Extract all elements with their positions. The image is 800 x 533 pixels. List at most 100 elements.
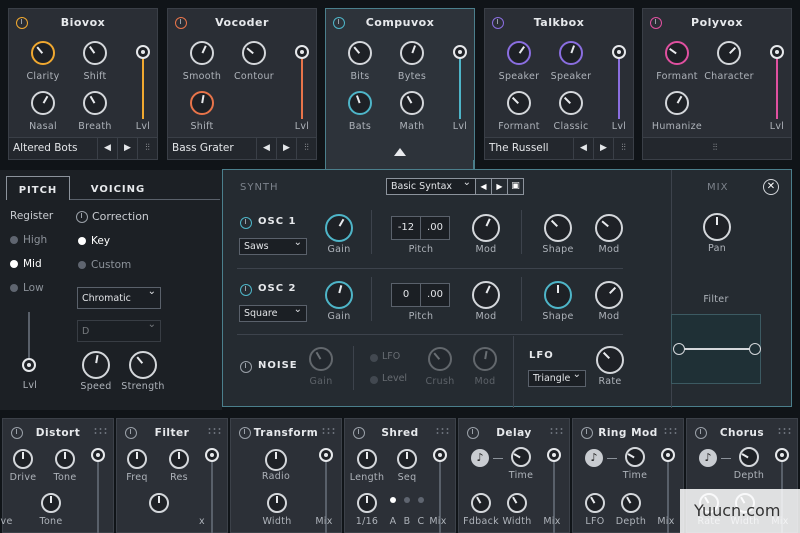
fx-mix-handle[interactable] <box>91 448 105 462</box>
level-handle[interactable] <box>136 45 150 59</box>
drag-handle-icon[interactable] <box>777 427 791 435</box>
mixer-settings-icon[interactable]: ⫶⫶ <box>613 138 633 159</box>
seq-radio[interactable] <box>404 497 410 503</box>
register-low-radio[interactable] <box>10 284 18 292</box>
osc2-shape-knob[interactable] <box>544 281 572 309</box>
bits-knob[interactable] <box>348 41 372 65</box>
drag-handle-icon[interactable] <box>207 427 221 435</box>
breath-knob[interactable] <box>83 91 107 115</box>
synth-next-button[interactable]: ▶ <box>491 178 508 195</box>
module-talkbox[interactable]: Talkbox Speaker Speaker Formant Classic Lvl Th… <box>484 8 634 160</box>
level-slider[interactable] <box>136 45 150 119</box>
fx-mix-slider[interactable] <box>91 448 105 533</box>
knob[interactable] <box>149 493 169 513</box>
drag-handle-icon[interactable] <box>321 427 335 435</box>
shift-knob[interactable] <box>190 91 214 115</box>
level-handle[interactable] <box>612 45 626 59</box>
mixer-settings-icon[interactable]: ⫶⫶ <box>296 138 316 159</box>
custom-radio[interactable] <box>78 261 86 269</box>
module-compuvox[interactable]: Compuvox Bits Bytes Bats Math Lvl <box>325 8 475 171</box>
drag-handle-icon[interactable] <box>549 427 563 435</box>
level-handle[interactable] <box>770 45 784 59</box>
mixer-settings-icon[interactable]: ⫶⫶ <box>137 138 157 159</box>
formant-knob[interactable] <box>507 91 531 115</box>
drag-handle-icon[interactable] <box>663 427 677 435</box>
knob[interactable] <box>127 449 147 469</box>
tab-pitch[interactable]: PITCH <box>6 176 70 200</box>
osc1-wave-dropdown[interactable]: Saws <box>239 237 307 255</box>
knob[interactable] <box>357 449 377 469</box>
osc1-gain-knob[interactable] <box>325 214 353 242</box>
strength-knob[interactable] <box>129 351 157 379</box>
filter-graph[interactable] <box>671 314 761 384</box>
knob[interactable] <box>169 449 189 469</box>
pan-knob[interactable] <box>703 213 731 241</box>
knob[interactable] <box>55 449 75 469</box>
osc1-mod-knob[interactable] <box>472 214 500 242</box>
noise-level-radio[interactable] <box>370 376 378 384</box>
osc2-shape-mod-knob[interactable] <box>595 281 623 309</box>
next-preset-button[interactable]: ▶ <box>593 138 613 159</box>
knob[interactable] <box>621 493 641 513</box>
key-radio[interactable] <box>78 237 86 245</box>
tab-voicing[interactable]: VOICING <box>86 176 150 200</box>
fx-shred[interactable]: Shred Length Seq 1/16 A B C Mix <box>344 418 456 533</box>
osc1-shape-mod-knob[interactable] <box>595 214 623 242</box>
classic-knob[interactable] <box>559 91 583 115</box>
fx-mix-handle[interactable] <box>433 448 447 462</box>
noise-power-icon[interactable] <box>240 361 252 373</box>
preset-name[interactable]: Altered Bots <box>13 142 77 154</box>
clarity-knob[interactable] <box>31 41 55 65</box>
noise-crush-knob[interactable] <box>428 347 452 371</box>
root-dropdown[interactable]: D <box>77 319 161 342</box>
level-handle[interactable] <box>295 45 309 59</box>
preset-name[interactable]: The Russell <box>489 142 549 154</box>
seq-radio[interactable] <box>418 497 424 503</box>
next-preset-button[interactable]: ▶ <box>276 138 296 159</box>
correction-power-icon[interactable] <box>76 211 88 223</box>
synth-save-icon[interactable]: ▣ <box>507 178 524 195</box>
time-knob[interactable] <box>739 447 759 467</box>
seq-radio[interactable] <box>390 497 396 503</box>
lfo-shape-dropdown[interactable]: Triangle <box>528 369 586 387</box>
osc2-mod-knob[interactable] <box>472 281 500 309</box>
knob[interactable] <box>41 493 61 513</box>
filter-high-handle[interactable] <box>749 343 761 355</box>
fx-transform[interactable]: Transform Radio Width Mix <box>230 418 342 533</box>
sync-note-icon[interactable]: ♪ <box>585 449 603 467</box>
synth-preset-dropdown[interactable]: Basic Syntax <box>386 177 476 195</box>
knob[interactable] <box>397 449 417 469</box>
preset-name[interactable]: Bass Grater <box>172 142 234 154</box>
fx-delay[interactable]: Delay ♪ Time Fdback Width Mix <box>458 418 570 533</box>
level-slider[interactable] <box>770 45 784 119</box>
radio-knob[interactable] <box>265 449 287 471</box>
drag-handle-icon[interactable] <box>435 427 449 435</box>
shift-knob[interactable] <box>83 41 107 65</box>
osc2-power-icon[interactable] <box>240 284 252 296</box>
level-handle[interactable] <box>453 45 467 59</box>
lfo-rate-knob[interactable] <box>596 346 624 374</box>
knob[interactable] <box>507 493 527 513</box>
next-preset-button[interactable]: ▶ <box>117 138 137 159</box>
fx-mix-handle[interactable] <box>547 448 561 462</box>
bytes-knob[interactable] <box>400 41 424 65</box>
knob[interactable] <box>13 449 33 469</box>
filter-low-handle[interactable] <box>673 343 685 355</box>
nasal-knob[interactable] <box>31 91 55 115</box>
osc2-gain-knob[interactable] <box>325 281 353 309</box>
noise-gain-knob[interactable] <box>309 347 333 371</box>
module-polyvox[interactable]: Polyvox Formant Character Humanize Lvl ⫶⫶ <box>642 8 792 160</box>
width-knob[interactable] <box>267 493 287 513</box>
synth-prev-button[interactable]: ◀ <box>475 178 492 195</box>
contour-knob[interactable] <box>242 41 266 65</box>
fx-mix-handle[interactable] <box>319 448 333 462</box>
knob[interactable] <box>471 493 491 513</box>
drag-handle-icon[interactable] <box>93 427 107 435</box>
speed-knob[interactable] <box>82 351 110 379</box>
speaker-knob[interactable] <box>559 41 583 65</box>
osc1-semi-field[interactable]: -12 <box>391 216 421 240</box>
bats-knob[interactable] <box>348 91 372 115</box>
sync-note-icon[interactable]: ♪ <box>471 449 489 467</box>
fx-ring-mod[interactable]: Ring Mod ♪ Time LFO Depth Mix <box>572 418 684 533</box>
osc1-power-icon[interactable] <box>240 217 252 229</box>
